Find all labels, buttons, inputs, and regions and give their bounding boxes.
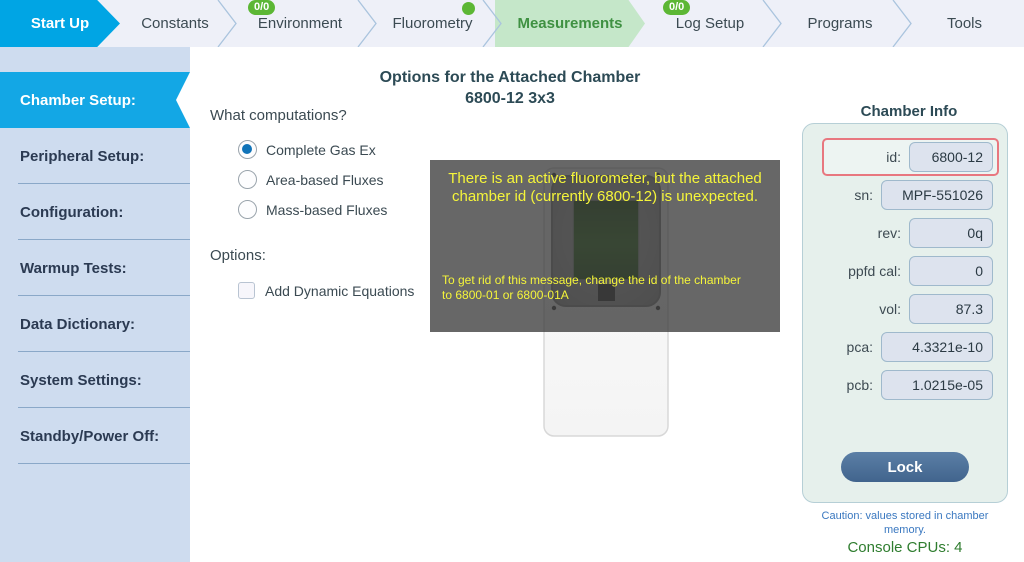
radio-label: Mass-based Fluxes <box>266 201 388 218</box>
chamber-info-row: id: 6800-12 <box>886 142 993 172</box>
radio-area-based-fluxes[interactable]: Area-based Fluxes <box>238 170 384 189</box>
breadcrumb-tab-constants[interactable]: Constants <box>120 0 230 47</box>
sidebar: Chamber Setup: Peripheral Setup: Configura… <box>0 47 190 562</box>
main-content: Options for the Attached Chamber 6800-12… <box>190 47 1024 562</box>
breadcrumb: Start Up Constants Environment 0/0 Fluoromet… <box>0 0 1024 48</box>
chamber-info-label: id: <box>886 149 901 165</box>
radio-label: Complete Gas Ex <box>266 141 376 158</box>
sidebar-item-configuration[interactable]: Configuration: <box>0 184 190 240</box>
breadcrumb-tab-start-up[interactable]: Start Up <box>0 0 120 47</box>
chamber-info-label: sn: <box>854 187 873 203</box>
chamber-info-value-rev[interactable]: 0q <box>909 218 993 248</box>
breadcrumb-tab-tools[interactable]: Tools <box>905 0 1024 47</box>
chamber-info-value-ppfd-cal[interactable]: 0 <box>909 256 993 286</box>
caution-note: Caution: values stored in chamber memory… <box>821 510 989 536</box>
radio-unselected-icon[interactable] <box>238 200 257 219</box>
sidebar-item-label: Peripheral Setup: <box>20 147 145 165</box>
sidebar-item-label: Data Dictionary: <box>20 315 136 333</box>
chamber-info-row: rev: 0q <box>878 218 993 248</box>
chamber-info-value-pcb[interactable]: 1.0215e-05 <box>881 370 993 400</box>
warning-overlay: There is an active fluorometer, but the … <box>430 160 780 332</box>
options-label: Options: <box>210 247 266 264</box>
add-dynamic-equations-checkbox-row[interactable]: Add Dynamic Equations <box>238 282 414 299</box>
chamber-info-row: ppfd cal: 0 <box>848 256 993 286</box>
breadcrumb-tab-label: Measurements <box>517 15 623 32</box>
console-cpus-status: Console CPUs: 4 <box>847 539 963 556</box>
chamber-info-value-pca[interactable]: 4.3321e-10 <box>881 332 993 362</box>
breadcrumb-tab-label: Start Up <box>30 15 90 32</box>
sidebar-item-label: Chamber Setup: <box>20 91 136 109</box>
breadcrumb-tab-label: Log Setup <box>675 15 745 32</box>
sidebar-item-chamber-setup[interactable]: Chamber Setup: <box>0 72 190 128</box>
page-title-line1: Options for the Attached Chamber <box>379 69 641 86</box>
breadcrumb-tab-fluorometry[interactable]: Fluorometry <box>370 0 495 47</box>
chamber-info-value-id[interactable]: 6800-12 <box>909 142 993 172</box>
radio-label: Area-based Fluxes <box>266 171 384 188</box>
chamber-info-row: pca: 4.3321e-10 <box>847 332 993 362</box>
chamber-info-value-sn[interactable]: MPF-551026 <box>881 180 993 210</box>
sidebar-item-label: System Settings: <box>20 371 142 389</box>
lock-button[interactable]: Lock <box>841 452 969 482</box>
sidebar-item-system-settings[interactable]: System Settings: <box>0 352 190 408</box>
chamber-info-row: sn: MPF-551026 <box>854 180 993 210</box>
sidebar-item-data-dictionary[interactable]: Data Dictionary: <box>0 296 190 352</box>
sidebar-item-warmup-tests[interactable]: Warmup Tests: <box>0 240 190 296</box>
chamber-info-label: pca: <box>846 339 873 355</box>
checkbox-icon[interactable] <box>238 282 255 299</box>
sidebar-top-spacer <box>0 47 190 72</box>
breadcrumb-tab-label: Programs <box>807 15 873 32</box>
add-dynamic-equations-label: Add Dynamic Equations <box>265 282 415 299</box>
radio-complete-gas-ex[interactable]: Complete Gas Ex <box>238 140 376 159</box>
sidebar-divider <box>18 463 190 464</box>
sidebar-item-label: Configuration: <box>20 203 124 221</box>
radio-selected-icon[interactable] <box>238 140 257 159</box>
page-title: Options for the Attached Chamber 6800-12… <box>350 67 670 109</box>
radio-unselected-icon[interactable] <box>238 170 257 189</box>
sidebar-item-label: Standby/Power Off: <box>20 427 160 445</box>
sidebar-item-standby-power-off[interactable]: Standby/Power Off: <box>0 408 190 464</box>
breadcrumb-tab-label: Constants <box>141 15 209 32</box>
chamber-info-value-vol[interactable]: 87.3 <box>909 294 993 324</box>
warning-secondary-text: To get rid of this message, change the i… <box>442 273 741 302</box>
chamber-info-label: pcb: <box>846 377 873 393</box>
active-item-arrow-icon <box>176 72 190 128</box>
chamber-info-panel: id: 6800-12 sn: MPF-551026 rev: 0q ppfd cal: 0 v… <box>802 123 1008 503</box>
breadcrumb-badge: 0/0 <box>248 0 276 15</box>
chamber-info-title: Chamber Info <box>860 103 958 120</box>
page-title-line2: 6800-12 3x3 <box>465 90 555 107</box>
radio-mass-based-fluxes[interactable]: Mass-based Fluxes <box>238 200 387 219</box>
sidebar-item-label: Warmup Tests: <box>20 259 127 277</box>
breadcrumb-status-dot-icon <box>462 2 475 15</box>
chamber-info-label: vol: <box>879 301 901 317</box>
chamber-info-label: rev: <box>877 225 901 241</box>
chamber-info-row: vol: 87.3 <box>879 294 993 324</box>
breadcrumb-tab-label: Fluorometry <box>392 15 473 32</box>
computations-label: What computations? <box>210 107 347 124</box>
chamber-info-label: ppfd cal: <box>848 263 901 279</box>
breadcrumb-badge: 0/0 <box>663 0 691 15</box>
breadcrumb-tab-programs[interactable]: Programs <box>775 0 905 47</box>
sidebar-item-peripheral-setup[interactable]: Peripheral Setup: <box>0 128 190 184</box>
breadcrumb-tab-label: Environment <box>257 15 343 32</box>
warning-primary-text: There is an active fluorometer, but the … <box>448 170 762 205</box>
chamber-info-row: pcb: 1.0215e-05 <box>847 370 993 400</box>
breadcrumb-tab-measurements[interactable]: Measurements <box>495 0 645 47</box>
breadcrumb-tab-label: Tools <box>946 15 983 32</box>
